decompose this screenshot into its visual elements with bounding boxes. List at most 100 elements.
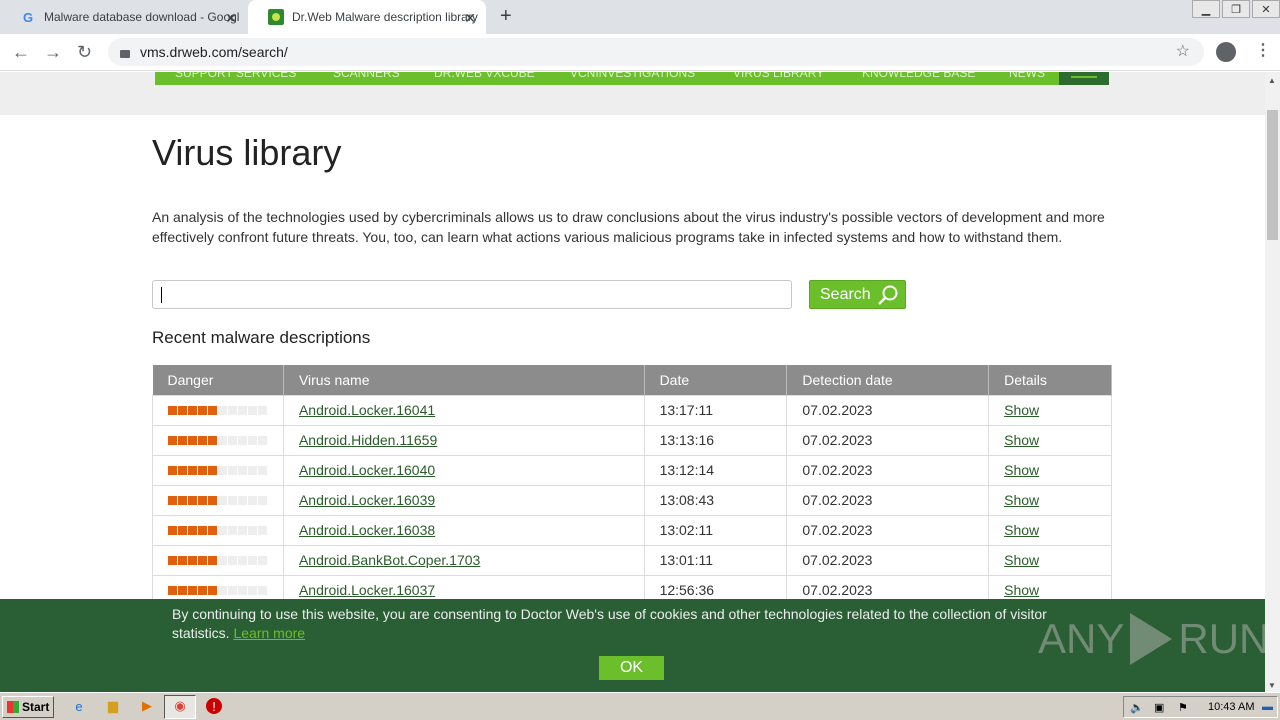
drweb-spider-icon: [268, 9, 284, 25]
virus-name-link[interactable]: Android.Locker.16037: [299, 582, 435, 598]
table-row: Android.Locker.16041 13:17:11 07.02.2023 Sh…: [152, 394, 1112, 426]
nav-vxcube[interactable]: DR.WEB VXCUBE: [434, 72, 535, 80]
show-details-link[interactable]: Show: [1004, 552, 1039, 568]
bookmark-star-icon[interactable]: ☆: [1176, 41, 1190, 61]
danger-meter: [168, 555, 283, 565]
network-icon[interactable]: ▣: [1154, 701, 1164, 714]
tab-google-search[interactable]: G Malware database download - Googl ✕: [0, 0, 247, 34]
danger-meter: [168, 465, 283, 475]
danger-segment: [198, 405, 207, 415]
virus-name-link[interactable]: Android.Locker.16039: [299, 492, 435, 508]
danger-segment: [258, 405, 267, 415]
col-detection-date: Detection date: [786, 365, 990, 395]
nav-support-services[interactable]: SUPPORT SERVICES: [175, 72, 296, 80]
date-cell: 13:13:16: [643, 424, 788, 456]
virus-name-link[interactable]: Android.Locker.16038: [299, 522, 435, 538]
new-tab-icon[interactable]: +: [500, 5, 512, 28]
danger-segment: [168, 585, 177, 595]
ie-icon[interactable]: e: [71, 698, 87, 714]
nav-investigations[interactable]: VCNINVESTIGATIONS: [570, 72, 695, 80]
danger-segment: [188, 495, 197, 505]
danger-segment: [188, 435, 197, 445]
show-details-link[interactable]: Show: [1004, 582, 1039, 598]
danger-segment: [188, 585, 197, 595]
virus-name-cell: Android.Locker.16039: [282, 484, 645, 516]
virus-name-link[interactable]: Android.Locker.16041: [299, 402, 435, 418]
danger-segment: [238, 555, 247, 565]
antivirus-icon[interactable]: !: [206, 698, 222, 714]
close-tab-icon[interactable]: ✕: [464, 10, 476, 27]
start-label: Start: [22, 700, 50, 714]
danger-segment: [258, 495, 267, 505]
page-scrollbar[interactable]: ▲ ▼: [1265, 72, 1280, 692]
danger-segment: [178, 495, 187, 505]
virus-name-cell: Android.Locker.16041: [282, 394, 645, 426]
danger-segment: [228, 405, 237, 415]
show-details-link[interactable]: Show: [1004, 462, 1039, 478]
danger-segment: [218, 555, 227, 565]
page-viewport: SUPPORT SERVICES SCANNERS DR.WEB VXCUBE …: [0, 72, 1265, 692]
danger-segment: [258, 585, 267, 595]
virus-name-cell: Android.Hidden.11659: [282, 424, 645, 456]
danger-cell: [152, 424, 284, 456]
kebab-menu-icon[interactable]: ⋮: [1255, 40, 1271, 60]
danger-segment: [258, 525, 267, 535]
hamburger-menu-icon[interactable]: [1059, 72, 1109, 85]
danger-segment: [168, 435, 177, 445]
show-desktop-icon[interactable]: ▬: [1262, 701, 1273, 713]
danger-segment: [208, 465, 217, 475]
tab-drweb[interactable]: Dr.Web Malware description library ✕: [248, 0, 486, 34]
nav-virus-library[interactable]: VIRUS LIBRARY: [733, 72, 824, 80]
show-details-link[interactable]: Show: [1004, 432, 1039, 448]
close-window-icon[interactable]: ✕: [1252, 0, 1280, 18]
details-cell: Show: [988, 394, 1112, 426]
date-cell: 13:02:11: [643, 514, 788, 546]
account-avatar-icon[interactable]: [1216, 42, 1236, 62]
flag-tray-icon[interactable]: ⚑: [1178, 701, 1188, 714]
tab-title: Malware database download - Googl: [44, 10, 240, 24]
start-button[interactable]: Start: [2, 696, 54, 718]
danger-segment: [258, 465, 267, 475]
search-button[interactable]: Search: [809, 280, 906, 309]
scroll-down-icon[interactable]: ▼: [1268, 681, 1276, 690]
nav-knowledge-base[interactable]: KNOWLEDGE BASE: [862, 72, 975, 80]
cookie-text: By continuing to use this website, you a…: [172, 605, 1092, 643]
show-details-link[interactable]: Show: [1004, 522, 1039, 538]
address-bar[interactable]: vms.drweb.com/search/ ☆: [108, 38, 1204, 66]
back-icon[interactable]: ←: [12, 42, 30, 63]
windows-flag-icon: [7, 701, 19, 713]
nav-scanners[interactable]: SCANNERS: [333, 72, 400, 80]
clock: 10:43 AM: [1208, 701, 1255, 713]
danger-cell: [152, 394, 284, 426]
virus-name-link[interactable]: Android.Hidden.11659: [299, 432, 437, 448]
lock-icon: [120, 50, 130, 58]
danger-segment: [258, 555, 267, 565]
restore-icon[interactable]: ❐: [1222, 0, 1250, 18]
minimize-icon[interactable]: ▁: [1192, 0, 1220, 18]
danger-segment: [188, 555, 197, 565]
detection-date-cell: 07.02.2023: [786, 544, 990, 576]
virus-name-link[interactable]: Android.BankBot.Coper.1703: [299, 552, 480, 568]
danger-cell: [152, 514, 284, 546]
danger-segment: [208, 525, 217, 535]
reload-icon[interactable]: ↻: [77, 42, 92, 63]
search-input[interactable]: [152, 280, 792, 309]
volume-icon[interactable]: 🔈: [1130, 701, 1144, 714]
scroll-up-icon[interactable]: ▲: [1268, 76, 1276, 85]
danger-segment: [248, 435, 257, 445]
show-details-link[interactable]: Show: [1004, 402, 1039, 418]
scroll-thumb[interactable]: [1267, 110, 1278, 240]
close-tab-icon[interactable]: ✕: [225, 10, 237, 27]
cookie-ok-button[interactable]: OK: [599, 656, 664, 680]
danger-segment: [218, 495, 227, 505]
folder-icon[interactable]: ▆: [105, 698, 121, 714]
browser-toolbar: ← → ↻ vms.drweb.com/search/ ☆: [0, 34, 1280, 71]
show-details-link[interactable]: Show: [1004, 492, 1039, 508]
nav-news[interactable]: NEWS: [1009, 72, 1045, 80]
forward-icon[interactable]: →: [44, 42, 62, 63]
virus-name-link[interactable]: Android.Locker.16040: [299, 462, 435, 478]
danger-cell: [152, 544, 284, 576]
date-cell: 13:08:43: [643, 484, 788, 516]
media-player-icon[interactable]: ▶: [139, 698, 155, 714]
learn-more-link[interactable]: Learn more: [233, 625, 305, 641]
